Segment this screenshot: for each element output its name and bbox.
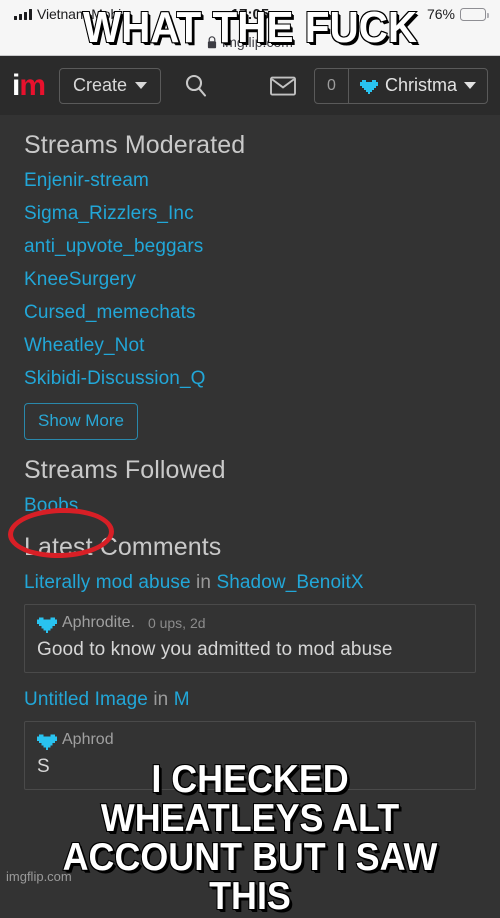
stream-link[interactable]: Wheatley_Not [24, 335, 476, 357]
search-button[interactable] [179, 69, 213, 103]
stream-link[interactable]: Skibidi-Discussion_Q [24, 368, 476, 390]
messages-button[interactable] [266, 71, 300, 101]
stream-link[interactable]: Enjenir-stream [24, 170, 476, 192]
imgflip-logo[interactable]: im [12, 68, 46, 102]
comment-post-link[interactable]: Literally mod abuse [24, 572, 191, 593]
search-icon [186, 74, 207, 97]
comment-card[interactable]: Aphrod S [24, 721, 476, 790]
comment-meta: Aphrodite. 0 ups, 2d [37, 614, 463, 633]
meme-bottom-line: ACCOUNT BUT I SAW THIS [62, 836, 439, 918]
comment-stream-link[interactable]: Shadow_BenoitX [216, 572, 363, 593]
pixel-heart-avatar-icon [37, 615, 57, 633]
comment-author[interactable]: Aphrodite. [62, 614, 135, 632]
streams-followed-title: Streams Followed [24, 456, 226, 484]
chevron-down-icon [135, 82, 148, 89]
stream-link[interactable]: anti_upvote_beggars [24, 236, 476, 258]
battery-icon [460, 7, 489, 21]
status-bar-clock: 17:05 [230, 5, 270, 23]
comment-body: S [37, 756, 50, 777]
create-button[interactable]: Create [59, 67, 162, 104]
user-menu-button[interactable]: Christma [349, 69, 487, 103]
comment-in-label: in [153, 689, 169, 710]
comment-post-link[interactable]: Untitled Image [24, 689, 148, 710]
imgflip-watermark: imgflip.com [6, 869, 72, 884]
comment-stream-link[interactable]: M [174, 689, 190, 710]
stream-link[interactable]: KneeSurgery [24, 269, 476, 291]
browser-url-bar[interactable]: imgflip.com [0, 28, 500, 56]
browser-url-text: imgflip.com [222, 34, 293, 50]
comment-meta: Aphrod [37, 731, 463, 750]
comment-body: Good to know you admitted to mod abuse [37, 639, 393, 660]
ios-status-bar: Vietnam Mobi 17:05 76% [0, 0, 500, 28]
lock-icon [207, 35, 217, 48]
status-bar-right: 76% [426, 6, 489, 22]
comment-card[interactable]: Aphrodite. 0 ups, 2d Good to know you ad… [24, 604, 476, 673]
comment-context: Literally mod abuse in Shadow_BenoitX [24, 572, 476, 594]
comment-in-label: in [196, 572, 212, 593]
show-more-button[interactable]: Show More [24, 403, 138, 440]
streams-moderated-title: Streams Moderated [24, 131, 246, 159]
logo-letter-m: m [19, 68, 46, 102]
battery-percent-label: 76% [426, 6, 455, 22]
user-menu-group: 0 Christma [313, 67, 488, 104]
latest-comments-title: Latest Comments [24, 533, 222, 561]
stream-link[interactable]: Sigma_Rizzlers_Inc [24, 203, 476, 225]
stream-link[interactable]: Boobs [24, 495, 476, 517]
ios-browser-chrome: Vietnam Mobi 17:05 76% imgflip.com [0, 0, 500, 56]
stream-link[interactable]: Cursed_memechats [24, 302, 476, 324]
comment-stats: 0 ups, 2d [147, 615, 206, 631]
header-right-group: 0 Christma [266, 67, 488, 104]
main-content: Streams Moderated Enjenir-stream Sigma_R… [0, 115, 500, 806]
create-button-label: Create [73, 75, 128, 95]
comment-author[interactable]: Aphrod [62, 731, 114, 749]
comment-context: Untitled Image in M [24, 689, 476, 711]
pixel-heart-avatar-icon [37, 732, 57, 750]
pixel-heart-avatar-icon [359, 78, 378, 94]
chevron-down-icon [464, 82, 476, 89]
points-counter[interactable]: 0 [315, 68, 349, 103]
username-label: Christma [384, 75, 457, 95]
envelope-icon [270, 76, 296, 96]
app-header: im Create 0 Christma [0, 56, 500, 115]
